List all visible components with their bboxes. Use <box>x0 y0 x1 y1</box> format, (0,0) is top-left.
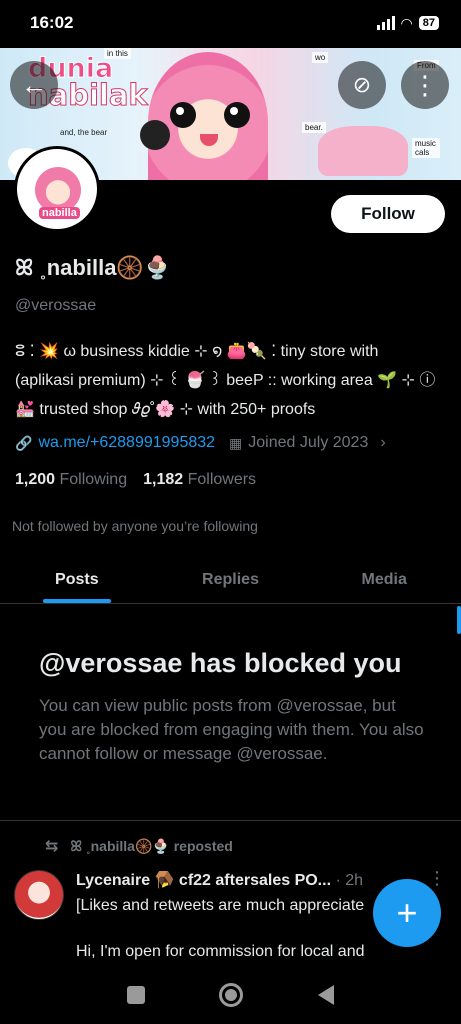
calendar-icon: ▦ <box>229 434 243 451</box>
post-header[interactable]: Lycenaire 🪤 cf22 aftersales PO... · 2h <box>76 870 376 890</box>
signal-icon <box>376 16 395 30</box>
avatar[interactable]: nabilla <box>14 146 100 232</box>
status-time: 16:02 <box>30 13 74 32</box>
scrollbar[interactable] <box>457 606 461 634</box>
profile-meta: 🔗 wa.me/+6288991995832 ▦ Joined July 202… <box>15 434 386 452</box>
status-icons: ◠ 87 <box>376 14 439 32</box>
banner-note: bear. <box>302 122 326 133</box>
status-bar: 16:02 ◠ 87 <box>0 0 461 46</box>
post-author-avatar[interactable] <box>14 870 64 920</box>
home-icon[interactable] <box>219 982 244 1007</box>
girl-illustration <box>148 52 268 180</box>
battery-indicator: 87 <box>418 16 439 30</box>
blocked-title: @verossae has blocked you <box>39 648 402 678</box>
hide-button[interactable]: ⊘ <box>338 61 386 109</box>
compose-button[interactable]: + <box>373 879 441 947</box>
post-time: · 2h <box>335 872 364 889</box>
followers-count-link[interactable]: 1,182 Followers <box>143 471 256 489</box>
wifi-icon: ◠ <box>400 14 413 31</box>
back-button[interactable]: ← <box>10 61 58 109</box>
microphone-illustration <box>140 120 170 150</box>
profile-bio: ⵓ ⁚ 💥 ω business kiddie ⊹ ໑ 👛🍡 ⁚ tiny st… <box>15 343 436 418</box>
cake-illustration <box>318 126 408 176</box>
post-author-name[interactable]: Lycenaire 🪤 cf22 aftersales PO... <box>76 872 331 889</box>
follow-counts: 1,200 Following 1,182 Followers <box>15 471 256 489</box>
profile-link[interactable]: wa.me/+6288991995832 <box>38 434 215 452</box>
repost-label: ꕤ ˳nabilla🛞🍨 reposted <box>70 837 233 854</box>
followed-by-note: Not followed by anyone you’re following <box>12 518 258 534</box>
banner-note: in this <box>104 48 131 59</box>
divider <box>0 820 461 821</box>
arrow-left-icon: ← <box>21 69 47 100</box>
tab-posts[interactable]: Posts <box>0 556 154 603</box>
more-vertical-icon: ⋮ <box>412 69 438 100</box>
eye-off-icon: ⊘ <box>352 72 372 97</box>
post-body[interactable]: [Likes and retweets are much appreciate … <box>76 894 376 963</box>
banner-subtitle: and, the bear <box>60 128 108 137</box>
chevron-right-icon[interactable]: › <box>380 434 385 452</box>
repost-icon: ⇆ <box>45 838 59 855</box>
post-more-icon[interactable]: ⋮ <box>428 868 446 889</box>
more-options-button[interactable]: ⋮ <box>401 61 449 109</box>
tab-replies[interactable]: Replies <box>154 556 308 603</box>
link-icon: 🔗 <box>15 434 33 451</box>
joined-date: Joined July 2023 <box>248 434 369 451</box>
back-icon[interactable] <box>317 984 334 1005</box>
blocked-text: You can view public posts from @verossae… <box>39 696 424 763</box>
recents-icon[interactable] <box>127 985 146 1004</box>
repost-indicator: ⇆ ꕤ ˳nabilla🛞🍨 reposted <box>45 836 233 856</box>
system-nav-bar <box>0 965 461 1024</box>
user-handle: @verossae <box>15 297 97 314</box>
banner-note: wo <box>312 52 329 63</box>
tab-media[interactable]: Media <box>307 556 461 603</box>
display-name: ꕤ ˳nabilla🛞🍨 <box>15 255 172 280</box>
profile-tabs: Posts Replies Media <box>0 556 461 604</box>
follow-button[interactable]: Follow <box>331 195 445 233</box>
banner-note: music cals <box>412 138 440 158</box>
avatar-tag: nabilla <box>39 207 80 219</box>
following-count-link[interactable]: 1,200 Following <box>15 471 127 489</box>
